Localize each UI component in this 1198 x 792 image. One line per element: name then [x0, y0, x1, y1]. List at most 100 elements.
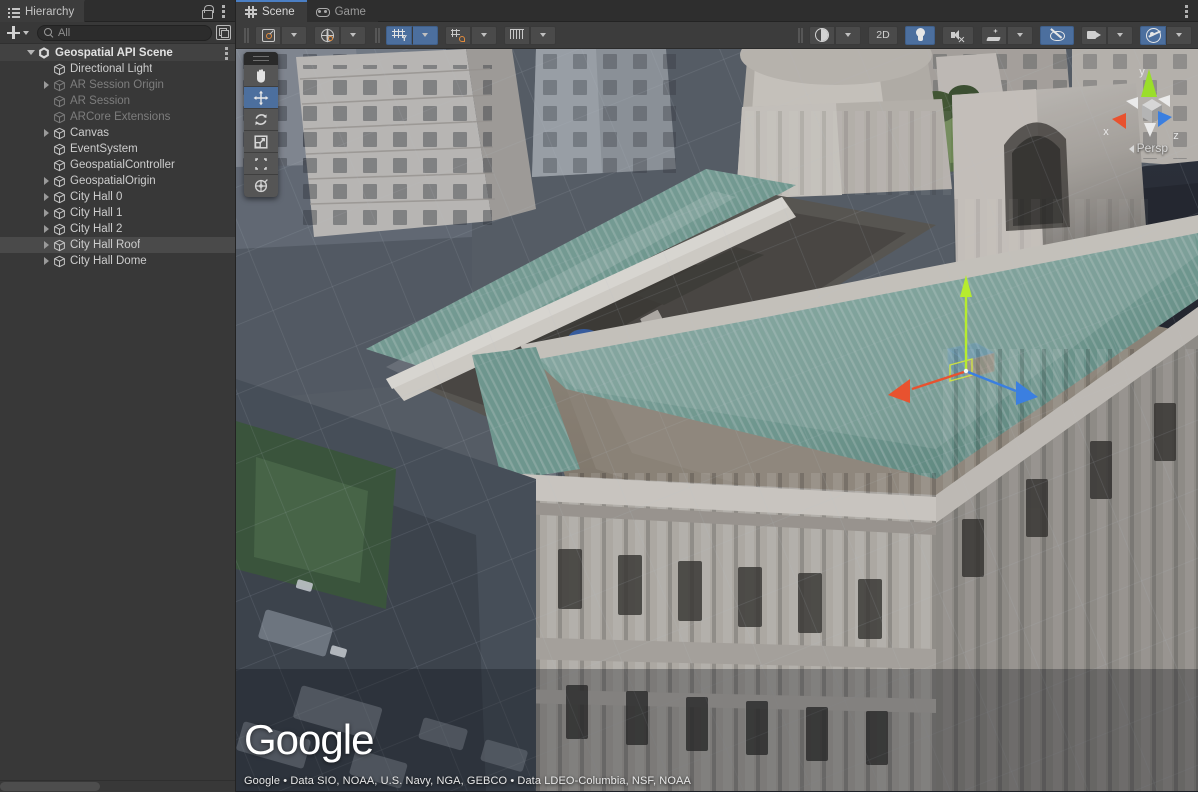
axis-label-x: x: [1103, 126, 1109, 138]
tab-scene[interactable]: Scene: [236, 0, 307, 22]
foldout-expanded-icon[interactable]: [24, 45, 37, 61]
scale-tool[interactable]: [244, 131, 278, 153]
tab-hierarchy[interactable]: Hierarchy: [0, 0, 85, 22]
handle-space-dropdown[interactable]: [340, 26, 366, 45]
tool-palette-grip[interactable]: [244, 52, 278, 65]
grid-icon: [245, 6, 257, 18]
chevron-down-icon: [1176, 33, 1182, 37]
grid-size-control[interactable]: [504, 26, 556, 45]
foldout-collapsed-icon[interactable]: [40, 253, 53, 269]
handle-space-toggle[interactable]: [314, 26, 366, 45]
gameobject-icon: [53, 63, 66, 76]
grid-snapping-dropdown[interactable]: [471, 26, 497, 45]
open-in-panel-icon[interactable]: [216, 25, 231, 40]
toolbar-grip-2[interactable]: [374, 28, 381, 43]
scene-lighting-button[interactable]: [905, 26, 935, 45]
hierarchy-item-label: AR Session Origin: [70, 79, 164, 91]
foldout-collapsed-icon[interactable]: [40, 237, 53, 253]
lock-icon[interactable]: [201, 5, 212, 17]
hierarchy-item-city-hall-1[interactable]: City Hall 1: [0, 205, 235, 221]
map-attribution-text: Google • Data SIO, NOAA, U.S. Navy, NGA,…: [244, 775, 691, 787]
grid-visibility-dropdown[interactable]: [412, 26, 438, 45]
scene-viewport[interactable]: y x z Persp: [236, 49, 1198, 792]
gizmos-toggle-button[interactable]: [1140, 26, 1166, 45]
camera-settings-button[interactable]: [1081, 26, 1107, 45]
camera-control[interactable]: [1081, 26, 1133, 45]
handle-space-button[interactable]: [314, 26, 340, 45]
hierarchy-horizontal-scrollbar[interactable]: [0, 780, 235, 792]
hierarchy-item-arcore-extensions[interactable]: ARCore Extensions: [0, 109, 235, 125]
foldout-collapsed-icon[interactable]: [40, 221, 53, 237]
selection-move-gizmo[interactable]: [876, 271, 1056, 421]
hierarchy-item-ar-session-origin[interactable]: AR Session Origin: [0, 77, 235, 93]
gameobject-icon: [53, 239, 66, 252]
hierarchy-item-city-hall-2[interactable]: City Hall 2: [0, 221, 235, 237]
add-gameobject-button[interactable]: [4, 24, 33, 42]
foldout-collapsed-icon[interactable]: [40, 173, 53, 189]
hierarchy-item-directional-light[interactable]: Directional Light: [0, 61, 235, 77]
move-tool[interactable]: [244, 87, 278, 109]
hierarchy-scene-root[interactable]: Geospatial API Scene: [0, 44, 235, 61]
2d-toggle-button[interactable]: 2D: [868, 26, 898, 45]
transform-icon: [253, 178, 269, 194]
unity-scene-icon: [37, 46, 51, 60]
transform-tool[interactable]: [244, 175, 278, 197]
pivot-dropdown[interactable]: [281, 26, 307, 45]
hierarchy-tree[interactable]: Geospatial API Scene Directional Light: [0, 44, 235, 780]
rotate-tool[interactable]: [244, 109, 278, 131]
hierarchy-item-city-hall-0[interactable]: City Hall 0: [0, 189, 235, 205]
hierarchy-item-geospatialorigin[interactable]: GeospatialOrigin: [0, 173, 235, 189]
hierarchy-item-eventsystem[interactable]: EventSystem: [0, 141, 235, 157]
kebab-menu-icon[interactable]: [1185, 4, 1189, 18]
toolbar-grip[interactable]: [243, 28, 250, 43]
tab-game[interactable]: Game: [307, 0, 378, 22]
plus-icon: [7, 26, 20, 39]
fx-control[interactable]: [981, 26, 1033, 45]
tab-scene-label: Scene: [262, 6, 295, 18]
hierarchy-item-label: EventSystem: [70, 143, 138, 155]
foldout-collapsed-icon[interactable]: [40, 77, 53, 93]
chevron-down-icon: [481, 33, 487, 37]
fx-dropdown[interactable]: [1007, 26, 1033, 45]
grid-size-button[interactable]: [504, 26, 530, 45]
gizmos-dropdown[interactable]: [1166, 26, 1192, 45]
hierarchy-item-city-hall-dome[interactable]: City Hall Dome: [0, 253, 235, 269]
pivot-toggle-button[interactable]: [255, 26, 281, 45]
foldout-collapsed-icon[interactable]: [40, 125, 53, 141]
draw-mode-button[interactable]: [809, 26, 835, 45]
hierarchy-item-geospatialcontroller[interactable]: GeospatialController: [0, 157, 235, 173]
pivot-toggle[interactable]: [255, 26, 307, 45]
rect-tool[interactable]: [244, 153, 278, 175]
gizmos-control[interactable]: [1140, 26, 1192, 45]
grid-snapping-toggle[interactable]: [445, 26, 497, 45]
foldout-collapsed-icon[interactable]: [40, 205, 53, 221]
hierarchy-item-ar-session[interactable]: AR Session: [0, 93, 235, 109]
grid-visibility-toggle[interactable]: Y: [386, 26, 438, 45]
search-input[interactable]: All: [37, 25, 212, 41]
grid-size-dropdown[interactable]: [530, 26, 556, 45]
effects-icon: [987, 29, 1001, 42]
audio-toggle-button[interactable]: [942, 26, 974, 45]
scene-axis-gizmo[interactable]: y x z: [1096, 61, 1188, 171]
camera-icon: [1087, 30, 1102, 41]
hierarchy-item-city-hall-roof[interactable]: City Hall Roof: [0, 237, 235, 253]
audio-mute-icon: [951, 29, 965, 42]
scene-root-kebab-menu-icon[interactable]: [225, 46, 229, 60]
toolbar-grip-3[interactable]: [797, 28, 804, 43]
foldout-collapsed-icon[interactable]: [40, 189, 53, 205]
camera-dropdown[interactable]: [1107, 26, 1133, 45]
rect-transform-icon: [253, 156, 269, 172]
grid-visibility-button[interactable]: Y: [386, 26, 412, 45]
search-icon: [44, 28, 54, 38]
draw-mode-dropdown[interactable]: [835, 26, 861, 45]
fx-toggle-button[interactable]: [981, 26, 1007, 45]
foldout-empty: [40, 93, 53, 109]
scene-tool-palette: [244, 52, 278, 197]
grid-snapping-button[interactable]: [445, 26, 471, 45]
kebab-menu-icon[interactable]: [222, 4, 226, 18]
hand-tool[interactable]: [244, 65, 278, 87]
scrollbar-thumb[interactable]: [0, 782, 100, 791]
hierarchy-item-canvas[interactable]: Canvas: [0, 125, 235, 141]
scene-visibility-button[interactable]: [1040, 26, 1074, 45]
draw-mode-control[interactable]: [809, 26, 861, 45]
